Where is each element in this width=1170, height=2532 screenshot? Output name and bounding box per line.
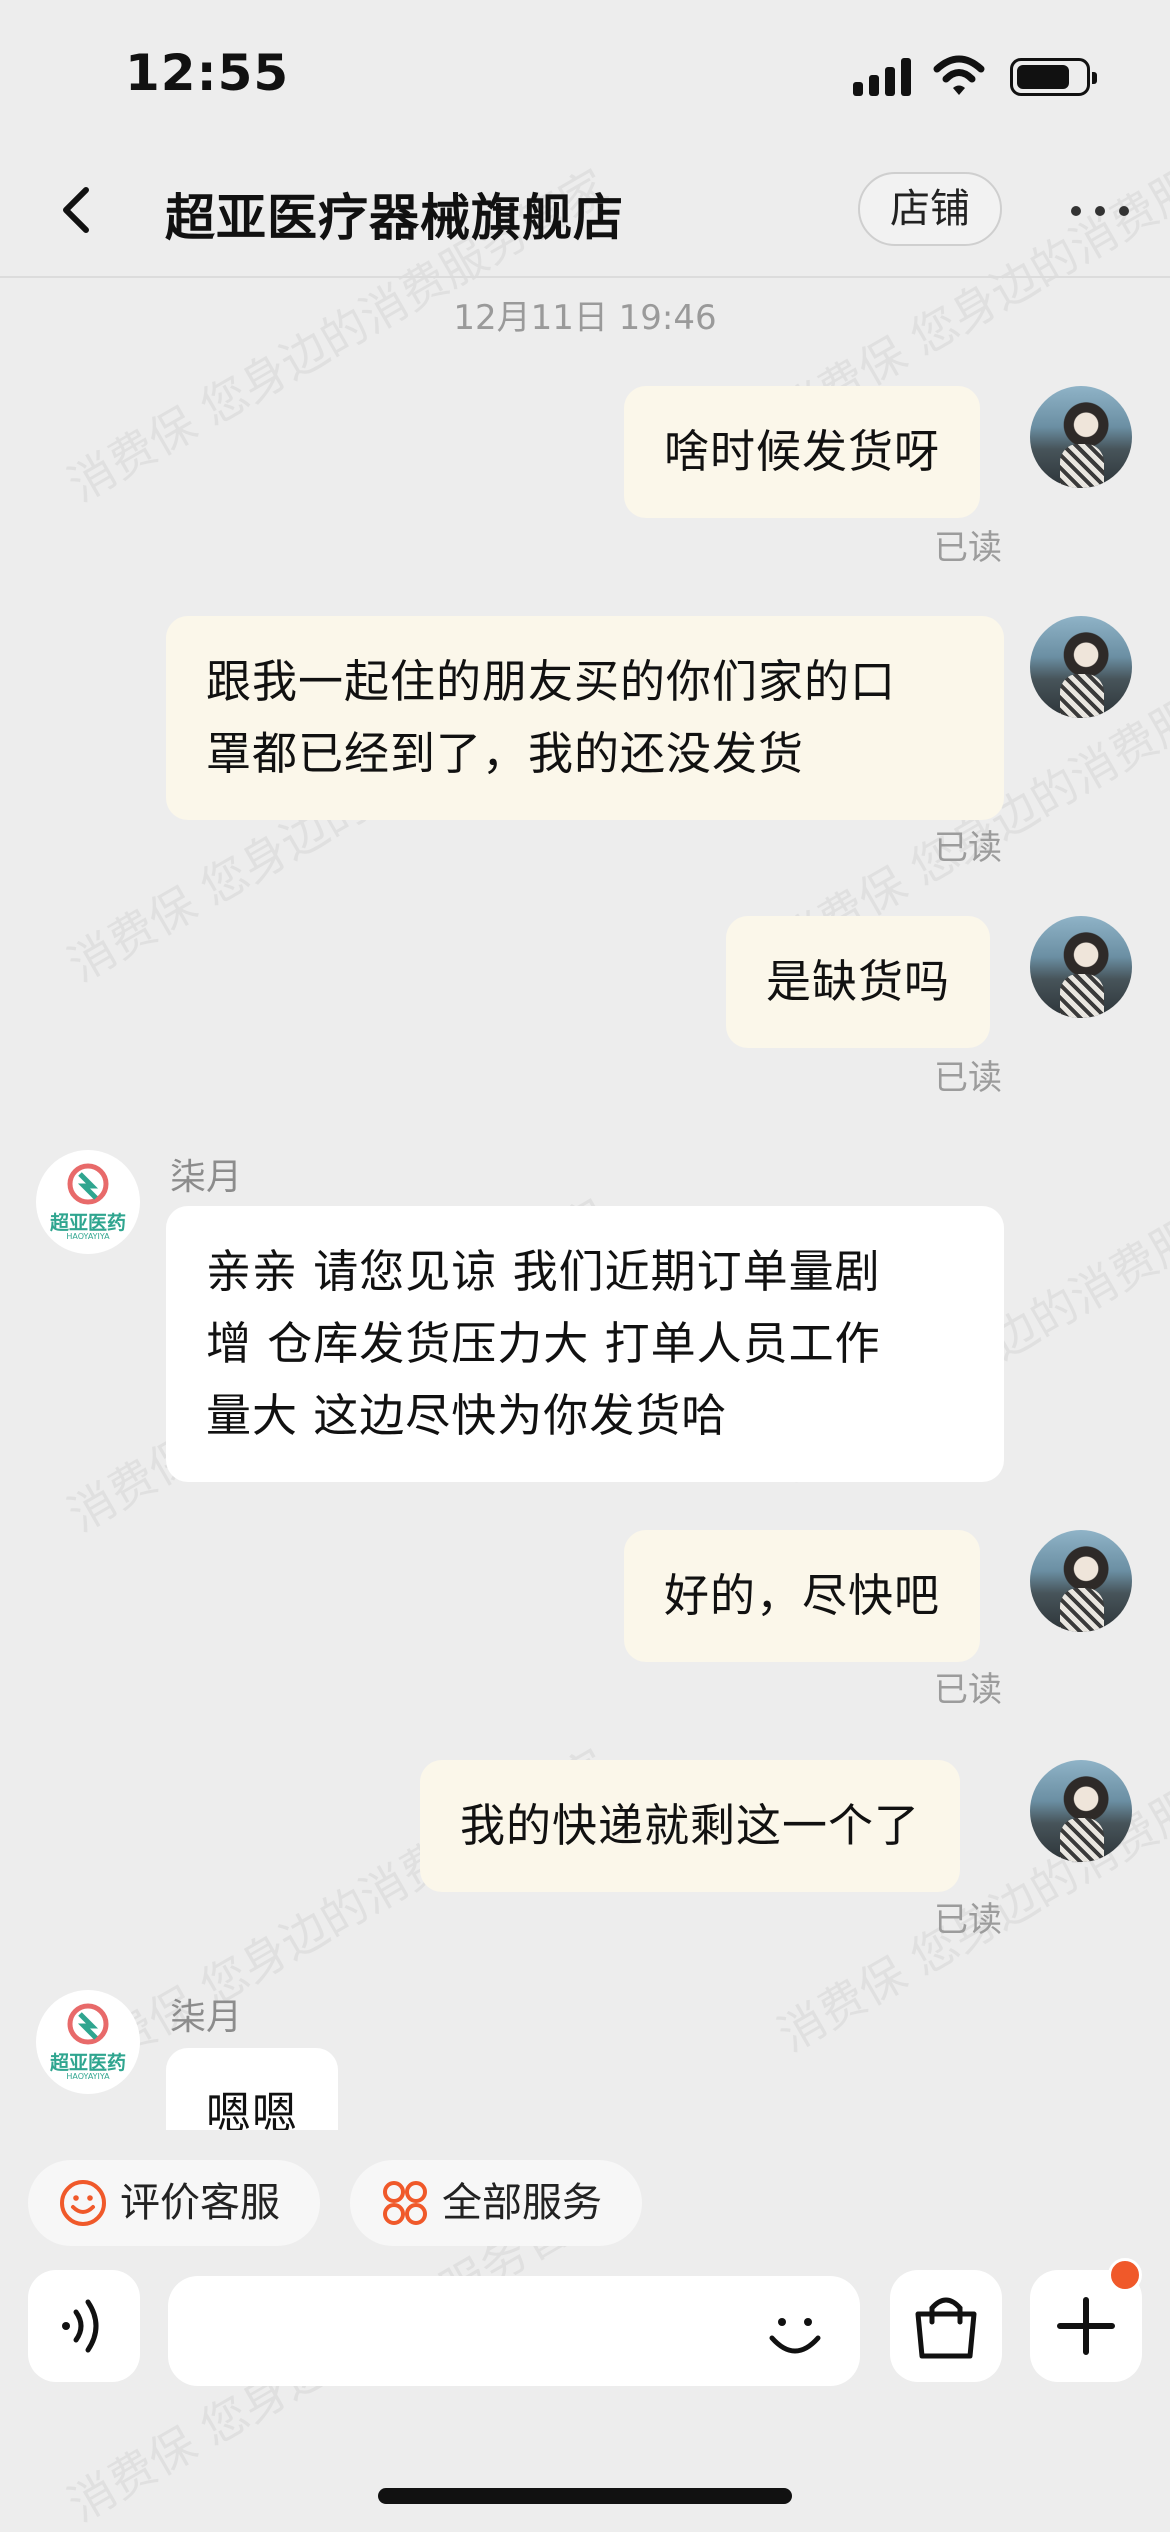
all-services-label: 全部服务 [442, 2180, 602, 2226]
outgoing-message[interactable]: 好的，尽快吧 [624, 1530, 981, 1662]
shop-logo-text: 超亚医药 [49, 1212, 126, 1234]
shop-logo-subtext: HAOYAYIYA [66, 1232, 110, 1241]
read-receipt: 已读 [934, 1900, 1002, 1940]
shop-avatar[interactable]: 超亚医药 HAOYAYIYA [36, 1150, 140, 1254]
status-time: 12:55 [125, 44, 290, 102]
user-avatar[interactable] [1030, 1530, 1132, 1632]
shop-title: 超亚医疗器械旗舰店 [165, 189, 624, 247]
user-avatar[interactable] [1030, 386, 1132, 488]
notification-dot [1108, 2258, 1142, 2292]
rate-service-button[interactable]: 评价客服 [28, 2160, 320, 2246]
battery-icon [1010, 58, 1097, 96]
composer [0, 2258, 1170, 2390]
message-input[interactable] [168, 2276, 860, 2386]
back-icon[interactable] [48, 180, 108, 240]
message-text: 量大 这边尽快为你发货哈 [206, 1389, 728, 1442]
status-bar: 12:55 [0, 0, 1170, 150]
wifi-icon [933, 55, 985, 95]
message-timestamp: 12月11日 19:46 [453, 298, 717, 338]
shop-avatar[interactable]: 超亚医药 HAOYAYIYA [36, 1990, 140, 2094]
message-text: 跟我一起住的朋友买的你们家的口 [206, 655, 897, 708]
voice-button[interactable] [28, 2270, 140, 2382]
user-avatar[interactable] [1030, 1760, 1132, 1862]
smile-icon [60, 2180, 106, 2226]
message-text: 增 仓库发货压力大 打单人员工作 [206, 1317, 881, 1370]
read-receipt: 已读 [934, 528, 1002, 568]
bag-icon [915, 2297, 977, 2359]
shopping-bag-button[interactable] [890, 2270, 1002, 2382]
rate-service-label: 评价客服 [120, 2180, 280, 2226]
shop-logo-text: 超亚医药 [49, 2052, 126, 2074]
message-text: 亲亲 请您见谅 我们近期订单量剧 [206, 1245, 881, 1298]
message-text: 啥时候发货呀 [664, 425, 941, 478]
sender-name: 柒月 [170, 1997, 243, 2038]
sender-name: 柒月 [170, 1157, 243, 1198]
emoji-icon[interactable] [760, 2298, 830, 2368]
user-avatar[interactable] [1030, 616, 1132, 718]
chat-header: 超亚医疗器械旗舰店 店铺 [0, 150, 1170, 278]
voice-icon [62, 2299, 99, 2353]
store-button[interactable]: 店铺 [858, 172, 1002, 246]
message-text: 是缺货吗 [766, 955, 951, 1008]
message-text: 罩都已经到了，我的还没发货 [206, 727, 805, 780]
outgoing-message[interactable]: 跟我一起住的朋友买的你们家的口 罩都已经到了，我的还没发货 [166, 616, 1004, 820]
chat-messages[interactable]: 12月11日 19:46 啥时候发货呀 已读 跟我一起住的朋友买的你们家的口 罩… [0, 280, 1170, 2130]
outgoing-message[interactable]: 是缺货吗 [726, 916, 991, 1048]
all-services-button[interactable]: 全部服务 [350, 2160, 642, 2246]
message-text: 我的快递就剩这一个了 [460, 1799, 921, 1852]
outgoing-message[interactable]: 啥时候发货呀 [624, 386, 981, 518]
grid-icon [383, 2181, 427, 2225]
message-text: 嗯嗯 [206, 2087, 299, 2130]
outgoing-message[interactable]: 我的快递就剩这一个了 [420, 1760, 961, 1892]
read-receipt: 已读 [934, 828, 1002, 868]
shop-logo-subtext: HAOYAYIYA [66, 2072, 110, 2081]
message-text: 好的，尽快吧 [664, 1569, 941, 1622]
read-receipt: 已读 [934, 1058, 1002, 1098]
incoming-message[interactable]: 亲亲 请您见谅 我们近期订单量剧 增 仓库发货压力大 打单人员工作 量大 这边尽… [166, 1206, 1004, 1482]
read-receipt: 已读 [934, 1670, 1002, 1710]
cellular-signal-icon [853, 58, 913, 96]
home-indicator[interactable] [378, 2488, 792, 2504]
user-avatar[interactable] [1030, 916, 1132, 1018]
incoming-message[interactable]: 嗯嗯 [166, 2048, 339, 2130]
more-icon[interactable] [1065, 190, 1135, 230]
